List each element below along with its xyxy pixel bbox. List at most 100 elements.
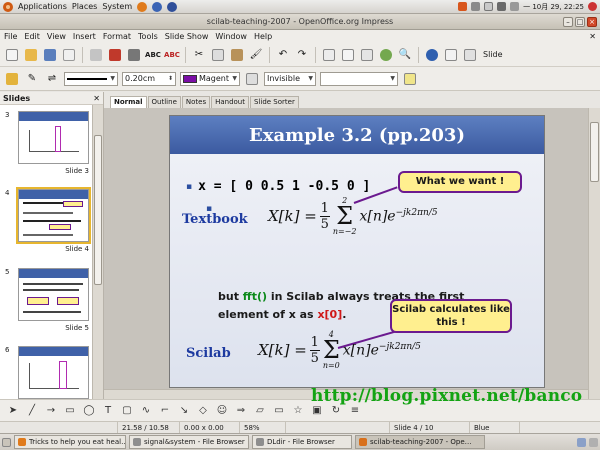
lines-arrows-tool-icon[interactable]: ↘	[177, 404, 191, 418]
menu-help[interactable]: Help	[254, 32, 272, 41]
editor-vertical-scrollbar[interactable]	[588, 108, 600, 399]
menu-insert[interactable]: Insert	[73, 32, 96, 41]
basic-shapes-icon[interactable]: ◇	[196, 404, 210, 418]
menu-format[interactable]: Format	[103, 32, 131, 41]
spellcheck-icon[interactable]: ABC	[145, 47, 161, 63]
window-titlebar[interactable]: scilab-teaching-2007 - OpenOffice.org Im…	[0, 14, 600, 30]
connector-tool-icon[interactable]: ⌐	[158, 404, 172, 418]
redo-icon[interactable]: ↷	[294, 47, 310, 63]
line-style-select[interactable]: ▼	[64, 71, 118, 86]
system-menu[interactable]: System	[102, 2, 132, 11]
copy-icon[interactable]	[210, 47, 226, 63]
export-pdf-icon[interactable]	[107, 47, 123, 63]
scilab-formula[interactable]: X[k] = 15 4 Σ n=0 x[n]e−jk2πn/5	[258, 330, 421, 370]
slide-title[interactable]: Example 3.2 (pp.203)	[249, 125, 465, 146]
ubuntu-logo-icon[interactable]	[3, 1, 13, 12]
taskbar-item-firefox[interactable]: Tricks to help you eat heal…	[14, 435, 126, 449]
autospellcheck-icon[interactable]: ABC	[164, 47, 180, 63]
cut-icon[interactable]: ✂	[191, 47, 207, 63]
tab-handout[interactable]: Handout	[211, 96, 249, 108]
styles-icon[interactable]	[4, 71, 20, 87]
line-width-input[interactable]: 0.20cm ⬍	[122, 71, 176, 86]
panel-clock[interactable]: 一 10月 29, 22:25	[523, 2, 584, 12]
taskbar-item-dldir[interactable]: DLdir - File Browser	[252, 435, 352, 449]
line-icon[interactable]: ✎	[24, 71, 40, 87]
tab-normal[interactable]: Normal	[110, 96, 147, 108]
show-desktop-icon[interactable]	[2, 437, 11, 447]
show-draw-functions-icon[interactable]	[359, 47, 375, 63]
callout-scilab-calculates[interactable]: Scilab calculates like this !	[390, 299, 512, 333]
keyboard-tray-icon[interactable]	[484, 2, 494, 11]
print-icon[interactable]	[126, 47, 142, 63]
taskbar-item-impress[interactable]: scilab-teaching-2007 - Ope…	[355, 435, 485, 449]
chart-icon[interactable]	[321, 47, 337, 63]
slide-button[interactable]: Slide	[483, 50, 503, 59]
line-arrow-tool-icon[interactable]: →	[44, 404, 58, 418]
line-color-select[interactable]: Magent ▼	[180, 71, 240, 86]
menu-edit[interactable]: Edit	[24, 32, 40, 41]
slides-pane-scrollbar[interactable]	[92, 105, 103, 399]
volume-tray-icon[interactable]	[510, 2, 520, 11]
arrow-style-icon[interactable]: ⇌	[44, 71, 60, 87]
close-document-icon[interactable]: ✕	[589, 32, 596, 41]
flowchart-icon[interactable]: ▱	[253, 404, 267, 418]
slide-show-icon[interactable]	[443, 47, 459, 63]
slide-editor[interactable]: Example 3.2 (pp.203) ▪ x = [ 0 0.5 1 -0.…	[104, 108, 588, 399]
menu-slide-show[interactable]: Slide Show	[165, 32, 209, 41]
slide-icon[interactable]	[462, 47, 478, 63]
email-icon[interactable]	[61, 47, 77, 63]
menu-file[interactable]: File	[4, 32, 17, 41]
workspace-switcher-icon[interactable]	[577, 437, 586, 447]
scilab-label[interactable]: Scilab	[186, 346, 231, 361]
line-tool-icon[interactable]: ╱	[25, 404, 39, 418]
tab-notes[interactable]: Notes	[181, 96, 211, 108]
textbook-label[interactable]: Textbook	[182, 212, 248, 227]
open-folder-icon[interactable]	[23, 47, 39, 63]
edit-file-icon[interactable]	[88, 47, 104, 63]
places-menu[interactable]: Places	[72, 2, 97, 11]
stars-icon[interactable]: ☆	[291, 404, 305, 418]
table-icon[interactable]	[340, 47, 356, 63]
close-pane-icon[interactable]: ✕	[93, 94, 100, 103]
applications-menu[interactable]: Applications	[18, 2, 67, 11]
undo-icon[interactable]: ↶	[275, 47, 291, 63]
trash-icon[interactable]	[589, 437, 598, 447]
maximize-button[interactable]: □	[575, 17, 585, 27]
zoom-icon[interactable]: 🔍	[397, 47, 413, 63]
save-icon[interactable]	[42, 47, 58, 63]
navigator-icon[interactable]	[378, 47, 394, 63]
status-zoom[interactable]: 58%	[240, 421, 286, 434]
help-icon[interactable]	[424, 47, 440, 63]
callout-tool-icon[interactable]: ▢	[120, 404, 134, 418]
help-launcher-icon[interactable]	[152, 1, 163, 12]
text-tool-icon[interactable]: T	[101, 404, 115, 418]
taskbar-item-signal-system[interactable]: signal&system - File Browser	[129, 435, 249, 449]
tab-outline[interactable]: Outline	[147, 96, 181, 108]
tab-slide-sorter[interactable]: Slide Sorter	[250, 96, 299, 108]
area-fill-select[interactable]: ▼	[320, 71, 398, 86]
block-arrows-icon[interactable]: ⇒	[234, 404, 248, 418]
printer-tray-icon[interactable]	[471, 2, 481, 11]
new-document-icon[interactable]	[4, 47, 20, 63]
paste-icon[interactable]	[229, 47, 245, 63]
menu-window[interactable]: Window	[215, 32, 247, 41]
curve-tool-icon[interactable]: ∿	[139, 404, 153, 418]
menu-view[interactable]: View	[47, 32, 66, 41]
shutdown-icon[interactable]	[588, 2, 597, 11]
symbol-shapes-icon[interactable]: ☺	[215, 404, 229, 418]
menu-tools[interactable]: Tools	[138, 32, 158, 41]
update-tray-icon[interactable]	[458, 2, 468, 11]
current-slide[interactable]: Example 3.2 (pp.203) ▪ x = [ 0 0.5 1 -0.…	[169, 115, 545, 388]
clone-format-icon[interactable]: 🖌	[248, 47, 264, 63]
network-tray-icon[interactable]	[497, 2, 507, 11]
select-arrow-icon[interactable]: ➤	[6, 404, 20, 418]
area-style-select[interactable]: Invisible ▼	[264, 71, 316, 86]
area-icon[interactable]	[244, 71, 260, 87]
help2-launcher-icon[interactable]	[167, 1, 178, 12]
textbook-formula[interactable]: X[k] = 15 2 Σ n=−2 x[n]e−jk2πn/5	[268, 196, 438, 236]
bullet-line[interactable]: ▪ x = [ 0 0.5 1 -0.5 0 ]	[186, 179, 370, 194]
ellipse-tool-icon[interactable]: ◯	[82, 404, 96, 418]
callout-what-we-want[interactable]: What we want !	[398, 171, 522, 193]
callouts-icon[interactable]: ▭	[272, 404, 286, 418]
close-button[interactable]: ×	[587, 17, 597, 27]
